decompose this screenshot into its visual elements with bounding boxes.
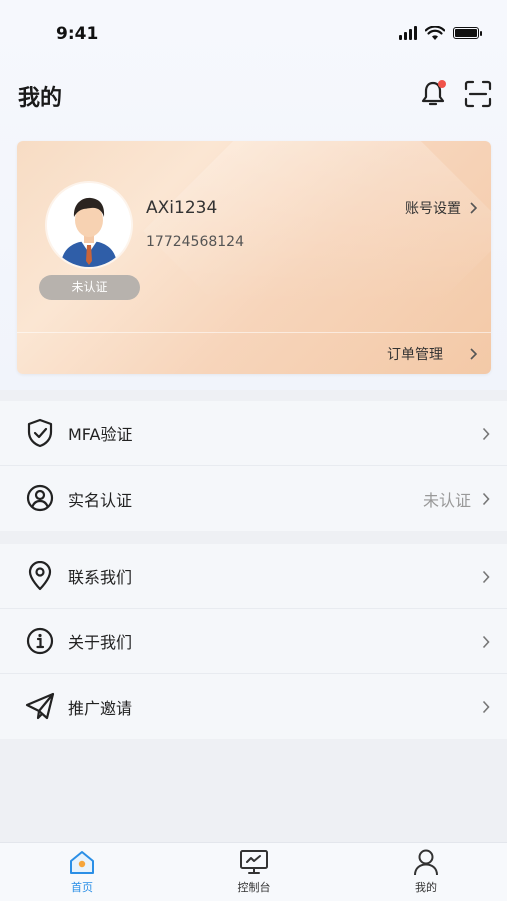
tab-mine[interactable]: 我的 bbox=[376, 845, 476, 899]
menu-item-contact-us[interactable]: 联系我们 bbox=[0, 544, 507, 609]
order-management-label: 订单管理 bbox=[387, 347, 443, 363]
chevron-right-icon bbox=[479, 699, 493, 715]
menu-item-label: 实名认证 bbox=[68, 490, 133, 510]
chevron-right-icon bbox=[479, 569, 493, 585]
account-settings-label: 账号设置 bbox=[405, 201, 461, 217]
chevron-right-icon bbox=[479, 426, 493, 442]
menu-group-info: 联系我们 关于我们 推广邀请 bbox=[0, 544, 507, 739]
card-divider bbox=[17, 332, 491, 333]
menu-item-label: 关于我们 bbox=[68, 633, 133, 652]
paper-plane-icon bbox=[25, 691, 55, 721]
menu-item-value: 未认证 bbox=[422, 490, 471, 510]
menu-item-referral-invite[interactable]: 推广邀请 bbox=[0, 674, 507, 739]
chevron-right-icon bbox=[479, 491, 493, 507]
tab-label: 我的 bbox=[415, 881, 437, 894]
avatar[interactable] bbox=[47, 183, 131, 267]
battery-icon bbox=[453, 27, 482, 39]
menu-item-real-name-verification[interactable]: 实名认证 未认证 bbox=[0, 466, 507, 531]
notification-badge bbox=[438, 80, 446, 88]
status-bar: 9:41 bbox=[0, 0, 507, 64]
chevron-right-icon bbox=[479, 634, 493, 650]
menu-item-mfa[interactable]: MFA验证 bbox=[0, 401, 507, 466]
status-time: 9:41 bbox=[56, 24, 99, 44]
page-title: 我的 bbox=[18, 86, 63, 111]
status-icons bbox=[399, 24, 482, 42]
console-icon bbox=[239, 847, 269, 877]
bottom-tab-bar: 首页 控制台 我的 bbox=[0, 842, 507, 901]
tab-label: 首页 bbox=[71, 881, 93, 894]
menu-item-label: 联系我们 bbox=[68, 568, 133, 587]
scan-button[interactable] bbox=[462, 78, 494, 110]
user-icon bbox=[411, 847, 441, 877]
username: AXi1234 bbox=[146, 198, 218, 218]
scan-icon bbox=[464, 80, 492, 108]
location-pin-icon bbox=[25, 561, 55, 591]
account-settings-link[interactable]: 账号设置 bbox=[405, 198, 477, 218]
cellular-signal-icon bbox=[399, 26, 417, 40]
tab-home[interactable]: 首页 bbox=[32, 845, 132, 899]
profile-card: 未认证 AXi1234 17724568124 账号设置 订单管理 bbox=[17, 141, 491, 374]
order-management-link[interactable]: 订单管理 bbox=[387, 344, 477, 364]
chevron-right-icon bbox=[470, 202, 477, 214]
verification-status-badge: 未认证 bbox=[39, 275, 140, 300]
chevron-right-icon bbox=[470, 348, 477, 360]
home-icon bbox=[67, 847, 97, 877]
notification-button[interactable] bbox=[417, 78, 449, 110]
phone-number: 17724568124 bbox=[146, 234, 244, 250]
info-icon bbox=[25, 626, 55, 656]
tab-label: 控制台 bbox=[237, 881, 271, 894]
menu-item-about-us[interactable]: 关于我们 bbox=[0, 609, 507, 674]
wifi-icon bbox=[425, 25, 445, 40]
card-decoration bbox=[143, 141, 491, 374]
menu-item-label: MFA验证 bbox=[68, 425, 133, 444]
shield-check-icon bbox=[25, 418, 55, 448]
menu-group-security: MFA验证 实名认证 未认证 bbox=[0, 401, 507, 531]
user-circle-icon bbox=[25, 483, 55, 513]
menu-item-label: 推广邀请 bbox=[68, 698, 133, 718]
tab-console[interactable]: 控制台 bbox=[204, 845, 304, 899]
avatar-person-icon bbox=[47, 183, 131, 267]
